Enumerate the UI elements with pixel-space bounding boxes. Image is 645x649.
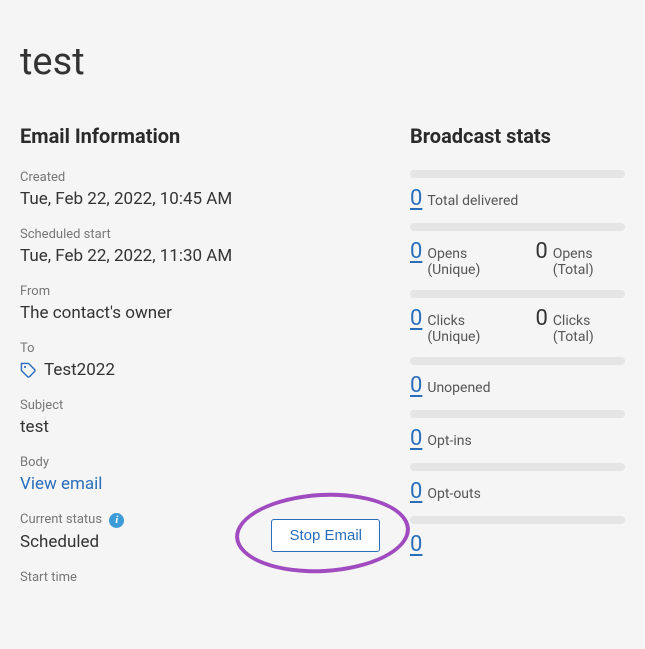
stat-label: Opens (Total) bbox=[553, 246, 625, 278]
stat-item: 0 Total delivered bbox=[410, 186, 518, 211]
stat-row: 0 Opt-ins bbox=[410, 426, 625, 451]
stat-item: 0Clicks (Unique) bbox=[410, 306, 510, 345]
stat-row: 0 Unopened bbox=[410, 373, 625, 398]
stat-value[interactable]: 0 bbox=[410, 306, 422, 331]
view-email-link[interactable]: View email bbox=[20, 474, 102, 494]
stat-progress-bar bbox=[410, 357, 625, 365]
created-label: Created bbox=[20, 170, 380, 185]
stat-item: 0 bbox=[410, 532, 422, 557]
stat-item: 0Opens (Unique) bbox=[410, 239, 510, 278]
stat-block: 0 Opt-outs bbox=[410, 463, 625, 504]
tag-icon bbox=[20, 362, 37, 379]
stat-progress-bar bbox=[410, 410, 625, 418]
stat-block: 0 bbox=[410, 516, 625, 557]
stat-progress-bar bbox=[410, 463, 625, 471]
stat-label: Total delivered bbox=[427, 193, 518, 209]
stat-item: 0 Unopened bbox=[410, 373, 491, 398]
stat-value: 0 bbox=[535, 239, 547, 264]
stat-row: 0Clicks (Unique)0Clicks (Total) bbox=[410, 306, 625, 345]
stat-progress-bar bbox=[410, 223, 625, 231]
info-icon[interactable]: i bbox=[109, 513, 124, 528]
to-value-row: Test2022 bbox=[20, 360, 380, 380]
stat-label: Opens (Unique) bbox=[427, 246, 510, 278]
current-status-value: Scheduled bbox=[20, 532, 124, 552]
stop-email-button[interactable]: Stop Email bbox=[271, 519, 380, 552]
email-info-heading: Email Information bbox=[20, 124, 380, 148]
stat-item: 0Clicks (Total) bbox=[535, 306, 625, 345]
subject-label: Subject bbox=[20, 398, 380, 413]
current-status-label-row: Current status i bbox=[20, 512, 124, 528]
from-label: From bbox=[20, 284, 380, 299]
stat-value[interactable]: 0 bbox=[410, 239, 422, 264]
stat-progress-bar bbox=[410, 170, 625, 178]
page-title: test bbox=[20, 40, 625, 84]
stat-value[interactable]: 0 bbox=[410, 426, 422, 451]
stat-label: Opt-ins bbox=[427, 433, 471, 449]
from-value: The contact's owner bbox=[20, 303, 380, 323]
to-label: To bbox=[20, 341, 380, 356]
stat-value[interactable]: 0 bbox=[410, 532, 422, 557]
stat-progress-bar bbox=[410, 516, 625, 524]
stat-value: 0 bbox=[535, 306, 547, 331]
stat-item: 0 Opt-ins bbox=[410, 426, 472, 451]
email-information-section: Email Information Created Tue, Feb 22, 2… bbox=[20, 124, 380, 589]
broadcast-stats-section: Broadcast stats 0Total delivered0Opens (… bbox=[410, 124, 625, 589]
current-status-label: Current status bbox=[20, 512, 102, 527]
scheduled-start-value: Tue, Feb 22, 2022, 11:30 AM bbox=[20, 246, 380, 266]
stat-item: 0Opens (Total) bbox=[535, 239, 625, 278]
stat-progress-bar bbox=[410, 290, 625, 298]
stat-value[interactable]: 0 bbox=[410, 186, 422, 211]
stat-row: 0 bbox=[410, 532, 625, 557]
stat-label: Clicks (Total) bbox=[553, 313, 625, 345]
stat-row: 0 Total delivered bbox=[410, 186, 625, 211]
to-value: Test2022 bbox=[44, 360, 115, 380]
stat-block: 0 Unopened bbox=[410, 357, 625, 398]
stat-block: 0 Opt-ins bbox=[410, 410, 625, 451]
stat-row: 0Opens (Unique)0Opens (Total) bbox=[410, 239, 625, 278]
stat-value[interactable]: 0 bbox=[410, 373, 422, 398]
stat-row: 0 Opt-outs bbox=[410, 479, 625, 504]
stat-block: 0Opens (Unique)0Opens (Total) bbox=[410, 223, 625, 278]
stat-label: Opt-outs bbox=[427, 486, 480, 502]
start-time-label: Start time bbox=[20, 570, 380, 585]
scheduled-start-label: Scheduled start bbox=[20, 227, 380, 242]
subject-value: test bbox=[20, 417, 380, 437]
body-label: Body bbox=[20, 455, 380, 470]
stat-label: Clicks (Unique) bbox=[427, 313, 510, 345]
broadcast-stats-heading: Broadcast stats bbox=[410, 124, 625, 148]
stat-block: 0Clicks (Unique)0Clicks (Total) bbox=[410, 290, 625, 345]
stat-label: Unopened bbox=[427, 380, 490, 396]
stat-value[interactable]: 0 bbox=[410, 479, 422, 504]
created-value: Tue, Feb 22, 2022, 10:45 AM bbox=[20, 189, 380, 209]
stat-block: 0 Total delivered bbox=[410, 170, 625, 211]
stat-item: 0 Opt-outs bbox=[410, 479, 481, 504]
